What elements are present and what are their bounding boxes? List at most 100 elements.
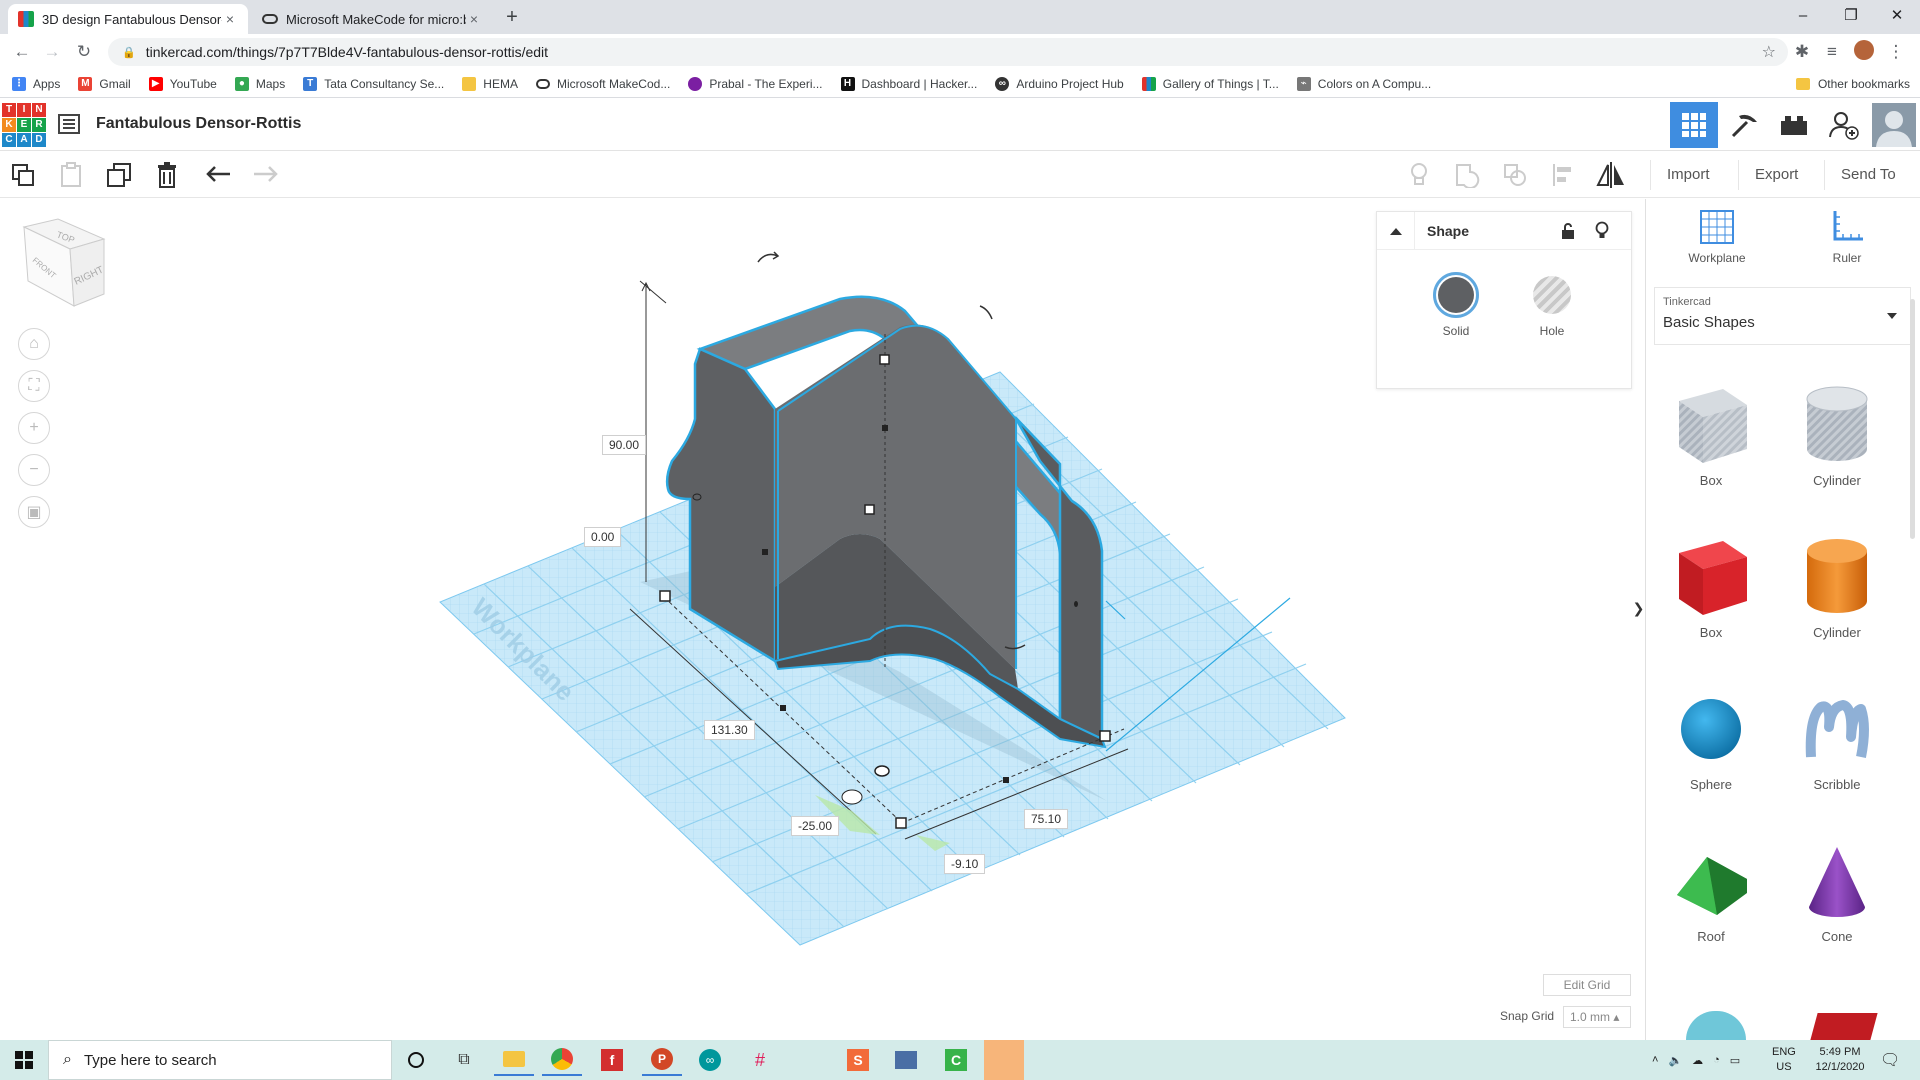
home-view-button[interactable]: ⌂ [18, 328, 50, 360]
lightbulb-icon[interactable] [1595, 221, 1609, 241]
zoom-out-button[interactable]: − [18, 454, 50, 486]
minimize-button[interactable]: – [1780, 2, 1826, 30]
duplicate-button[interactable] [104, 160, 134, 190]
shape-box-hole[interactable]: Box [1656, 383, 1766, 488]
workplane-tool[interactable]: Workplane [1672, 209, 1762, 265]
file-explorer-button[interactable] [494, 1044, 534, 1076]
shape-cylinder-hole[interactable]: Cylinder [1782, 383, 1892, 488]
tinkercad-logo[interactable]: T I N K E R C A D [2, 103, 46, 147]
camtasia-button[interactable]: C [936, 1044, 976, 1076]
task-view-button[interactable]: ⧉ [444, 1044, 484, 1076]
back-arrow-icon[interactable]: ← [10, 40, 34, 64]
bookmark-tcs[interactable]: T Tata Consultancy Se... [303, 76, 444, 91]
bookmark-prabal[interactable]: Prabal - The Experi... [688, 76, 823, 91]
notifications-icon[interactable]: 🗨 [1880, 1040, 1900, 1080]
copy-button[interactable] [8, 160, 38, 190]
show-all-button[interactable] [1404, 160, 1434, 190]
tab-close-icon[interactable]: × [222, 11, 238, 27]
extensions-icon[interactable]: ✱ [1790, 40, 1814, 64]
media-icon[interactable]: ≡ [1820, 40, 1844, 64]
language-indicator[interactable]: ENG US [1772, 1040, 1796, 1080]
chrome-button[interactable] [542, 1044, 582, 1076]
position-y-dimension[interactable]: -9.10 [944, 854, 986, 874]
tab-makecode[interactable]: Microsoft MakeCode for micro:bi × [252, 4, 492, 34]
bricks-button[interactable] [1770, 102, 1818, 148]
bookmark-hema[interactable]: HEMA [462, 76, 518, 91]
align-button[interactable] [1548, 160, 1578, 190]
bookmark-maps[interactable]: ● Maps [234, 76, 285, 91]
profile-avatar-icon[interactable] [1852, 40, 1876, 64]
solid-option[interactable]: Solid [1429, 272, 1483, 338]
shape-sphere[interactable]: Sphere [1656, 687, 1766, 792]
powerpoint-button[interactable]: P [642, 1044, 682, 1076]
taskbar-search[interactable]: ⌕ Type here to search [48, 1040, 392, 1080]
arduino-button[interactable]: ∞ [690, 1044, 730, 1076]
address-bar[interactable]: 🔒 tinkercad.com/things/7p7T7Blde4V-fanta… [108, 38, 1788, 66]
shape-partial-text[interactable] [1810, 1013, 1878, 1040]
paste-button[interactable] [56, 160, 86, 190]
panel-toggle-button[interactable]: ❯ [1632, 595, 1645, 621]
bookmark-apps[interactable]: ⋮ Apps [12, 76, 60, 91]
start-button[interactable] [0, 1040, 48, 1080]
rotate-handle-right[interactable] [979, 305, 993, 320]
project-title[interactable]: Fantabulous Densor-Rottis [96, 115, 301, 133]
other-bookmarks[interactable]: Other bookmarks [1795, 77, 1910, 91]
bookmark-hackerrank[interactable]: H Dashboard | Hacker... [840, 76, 977, 91]
bookmark-arduino[interactable]: ∞ Arduino Project Hub [995, 76, 1124, 91]
position-x-dimension[interactable]: -25.00 [791, 816, 840, 836]
import-button[interactable]: Import [1650, 160, 1726, 190]
shape-cylinder[interactable]: Cylinder [1782, 535, 1892, 640]
restore-button[interactable]: ❐ [1828, 2, 1874, 30]
delete-button[interactable] [152, 160, 182, 190]
bookmark-colors[interactable]: ⌁ Colors on A Compu... [1296, 76, 1431, 91]
export-button[interactable]: Export [1738, 160, 1814, 190]
bookmark-youtube[interactable]: ▶ YouTube [148, 76, 217, 91]
app-button[interactable] [886, 1044, 926, 1076]
lock-icon[interactable] [1561, 223, 1575, 239]
browser-menu-icon[interactable]: ⋮ [1884, 40, 1908, 64]
active-app-button[interactable] [984, 1040, 1024, 1080]
ortho-view-button[interactable]: ▣ [18, 496, 50, 528]
user-avatar[interactable] [1870, 102, 1918, 148]
ungroup-button[interactable] [1500, 160, 1530, 190]
sublime-button[interactable]: S [838, 1044, 878, 1076]
3d-view-button[interactable] [1670, 102, 1718, 148]
shape-roof[interactable]: Roof [1656, 839, 1766, 944]
undo-button[interactable] [204, 160, 234, 190]
shape-cone[interactable]: Cone [1782, 839, 1892, 944]
width-dimension[interactable]: 75.10 [1024, 809, 1069, 829]
zoom-in-button[interactable]: + [18, 412, 50, 444]
clock[interactable]: 5:49 PM 12/1/2020 [1808, 1040, 1872, 1080]
height-dimension[interactable]: 90.00 [602, 435, 647, 455]
tab-tinkercad[interactable]: 3D design Fantabulous Densor-R × [8, 4, 248, 34]
tray-icons[interactable]: ˄ 🔈 ☁ ◔ ▭ [1652, 1040, 1740, 1080]
cortana-button[interactable] [396, 1044, 436, 1076]
bookmark-star-icon[interactable]: ☆ [1762, 42, 1776, 62]
shape-box[interactable]: Box [1656, 535, 1766, 640]
ruler-tool[interactable]: Ruler [1802, 209, 1892, 265]
redo-button[interactable] [250, 160, 280, 190]
hole-option[interactable]: Hole [1525, 272, 1579, 338]
shape-library-select[interactable]: Tinkercad Basic Shapes [1654, 287, 1911, 345]
mirror-button[interactable] [1596, 160, 1626, 190]
new-tab-button[interactable]: + [500, 6, 524, 30]
foxit-button[interactable]: f [592, 1044, 632, 1076]
view-cube[interactable]: TOP FRONT RIGHT [22, 218, 106, 307]
design-list-icon[interactable] [58, 113, 80, 135]
reload-icon[interactable]: ↻ [72, 40, 96, 64]
window-close-button[interactable]: ✕ [1874, 2, 1920, 30]
slack-button[interactable]: # [740, 1044, 780, 1076]
fit-view-button[interactable]: ⛶ [18, 370, 50, 402]
length-dimension[interactable]: 131.30 [704, 720, 755, 740]
center-handle[interactable] [874, 765, 890, 777]
collapse-button[interactable] [1377, 212, 1415, 250]
edit-grid-button[interactable]: Edit Grid [1543, 974, 1631, 996]
blocks-button[interactable] [1720, 102, 1768, 148]
bookmark-makecode[interactable]: Microsoft MakeCod... [535, 77, 670, 91]
panel-scrollbar[interactable] [1910, 299, 1915, 539]
shape-partial-teal[interactable] [1686, 1011, 1746, 1040]
bookmark-gmail[interactable]: M Gmail [78, 76, 131, 91]
bookmark-gallery[interactable]: Gallery of Things | T... [1141, 76, 1279, 91]
snap-grid-select[interactable]: 1.0 mm ▴ [1563, 1006, 1631, 1028]
group-button[interactable] [1452, 160, 1482, 190]
